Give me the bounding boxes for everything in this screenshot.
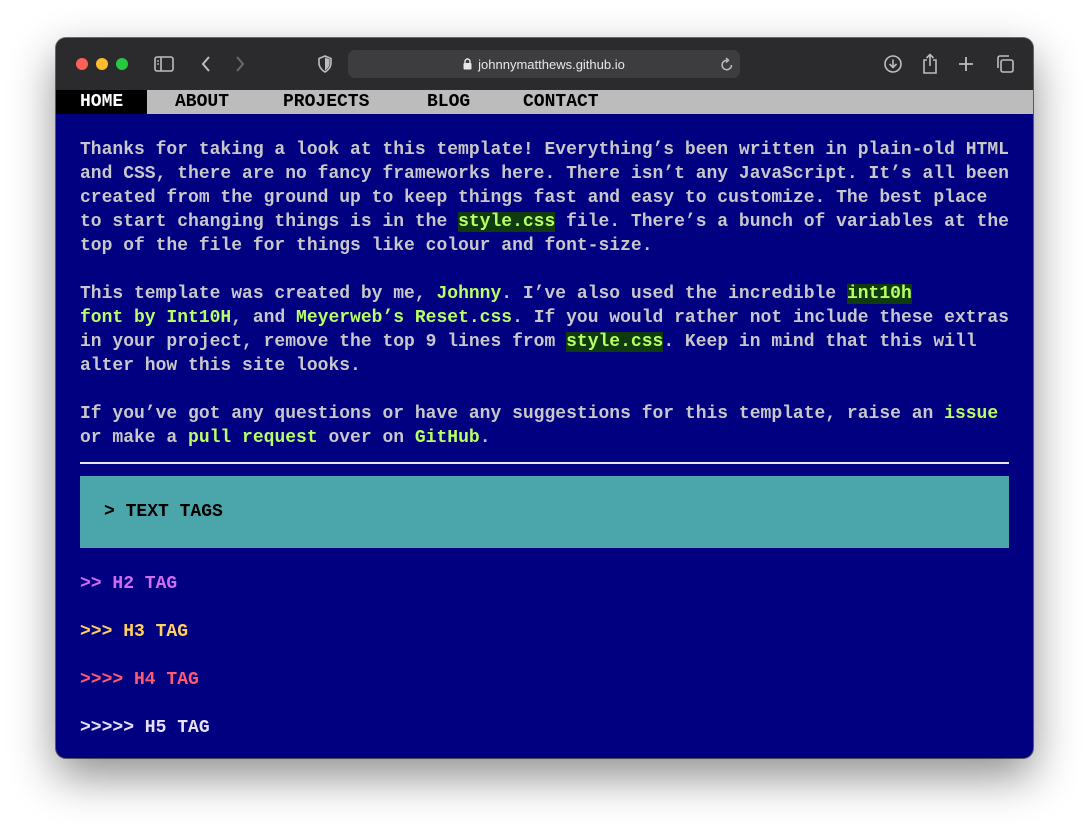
- browser-window: johnnymatthews.github.io HOME ABOUT PROJ…: [56, 38, 1033, 758]
- nav-about[interactable]: ABOUT: [175, 90, 229, 114]
- link-int10h-font[interactable]: font by Int10H: [80, 308, 231, 328]
- link-johnny[interactable]: Johnny: [436, 284, 501, 304]
- browser-toolbar: johnnymatthews.github.io: [56, 38, 1033, 91]
- shield-icon[interactable]: [313, 52, 337, 76]
- code-style-css: style.css: [566, 332, 664, 352]
- paragraph-text: , and: [231, 308, 297, 328]
- nav-home[interactable]: HOME: [56, 90, 148, 114]
- zoom-window-button[interactable]: [116, 58, 128, 70]
- link-issue[interactable]: issue: [944, 404, 998, 424]
- intro-paragraph: Thanks for taking a look at this templat…: [80, 138, 1010, 258]
- paragraph-text: over on: [317, 428, 415, 448]
- tabs-overview-icon[interactable]: [993, 52, 1017, 76]
- section-header-text-tags: > TEXT TAGS: [80, 476, 1009, 548]
- download-icon[interactable]: [881, 52, 905, 76]
- minimize-window-button[interactable]: [96, 58, 108, 70]
- nav-blog[interactable]: BLOG: [427, 90, 470, 114]
- forward-icon[interactable]: [228, 52, 252, 76]
- paragraph-text: . I’ve also used the incredible: [501, 284, 847, 304]
- paragraph-text: .: [479, 428, 491, 448]
- main-content: Thanks for taking a look at this templat…: [80, 114, 1010, 740]
- lock-icon: [463, 58, 472, 70]
- nav-projects[interactable]: PROJECTS: [283, 90, 369, 114]
- paragraph-text: or make a: [80, 428, 189, 448]
- back-icon[interactable]: [194, 52, 218, 76]
- heading-h5-sample: >>>>> H5 TAG: [80, 718, 210, 738]
- link-pull-request[interactable]: pull request: [188, 428, 318, 448]
- address-bar[interactable]: johnnymatthews.github.io: [348, 50, 740, 78]
- code-style-css: style.css: [458, 212, 556, 232]
- contribute-paragraph: If you’ve got any questions or have any …: [80, 402, 1010, 450]
- site-nav: HOME ABOUT PROJECTS BLOG CONTACT: [56, 90, 1033, 114]
- link-meyerweb-reset[interactable]: Meyerweb’s Reset.css: [296, 308, 512, 328]
- nav-contact[interactable]: CONTACT: [523, 90, 599, 114]
- share-icon[interactable]: [918, 52, 942, 76]
- sidebar-icon[interactable]: [152, 52, 176, 76]
- url-text: johnnymatthews.github.io: [478, 56, 625, 72]
- link-github[interactable]: GitHub: [415, 428, 480, 448]
- paragraph-text: This template was created by me,: [80, 284, 437, 304]
- heading-h4-sample: >>>> H4 TAG: [80, 670, 199, 690]
- paragraph-text: If you’ve got any questions or have any …: [80, 404, 945, 424]
- heading-h3-sample: >>> H3 TAG: [80, 622, 189, 642]
- link-int10h[interactable]: int10h: [846, 284, 912, 304]
- heading-h2-sample: >> H2 TAG: [80, 574, 178, 594]
- credits-paragraph: This template was created by me, Johnny.…: [80, 282, 1010, 378]
- new-tab-icon[interactable]: [954, 52, 978, 76]
- divider: [80, 462, 1009, 464]
- reload-icon[interactable]: [720, 56, 734, 75]
- close-window-button[interactable]: [76, 58, 88, 70]
